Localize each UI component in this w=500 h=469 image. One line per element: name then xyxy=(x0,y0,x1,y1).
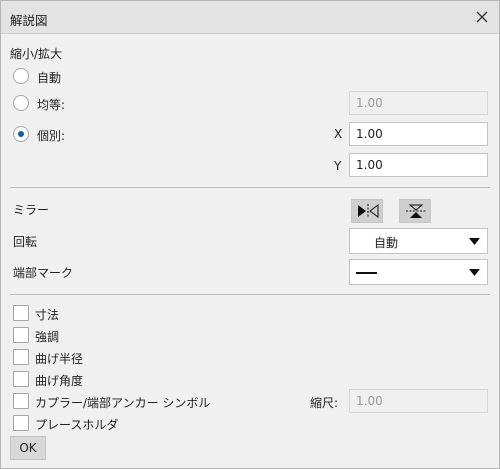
checkbox-dimensions[interactable] xyxy=(13,305,29,321)
checkbox-dimensions-label: 寸法 xyxy=(35,308,60,322)
scale-heading: 縮小/拡大 xyxy=(10,47,63,61)
radio-scale-individual[interactable] xyxy=(13,126,29,142)
mirror-horizontal-button[interactable] xyxy=(351,199,383,223)
radio-scale-uniform[interactable] xyxy=(13,95,29,111)
x-scale-label: X xyxy=(334,127,343,141)
chevron-down-icon xyxy=(469,238,480,245)
mirror-vertical-icon xyxy=(406,204,426,218)
radio-scale-auto[interactable] xyxy=(13,68,29,84)
close-icon xyxy=(476,11,488,23)
checkbox-bend-angle-label: 曲げ角度 xyxy=(35,374,84,388)
x-scale-field[interactable]: 1.00 xyxy=(349,122,488,146)
checkbox-emphasis[interactable] xyxy=(13,327,29,343)
radio-scale-individual-label: 個別: xyxy=(37,129,66,143)
symbol-scale-field[interactable]: 1.00 xyxy=(349,389,488,413)
dialog-title: 解説図 xyxy=(10,13,48,28)
rotation-value: 自動 xyxy=(374,236,399,250)
title-bar: 解説図 xyxy=(1,1,499,34)
end-mark-label: 端部マーク xyxy=(13,266,74,280)
section-divider xyxy=(10,294,490,295)
checkbox-bend-radius[interactable] xyxy=(13,349,29,365)
end-mark-select[interactable] xyxy=(349,259,488,285)
symbol-scale-label: 縮尺: xyxy=(310,396,339,410)
rotation-label: 回転 xyxy=(13,235,38,249)
dialog-window: 解説図 縮小/拡大 自動 均等: 1.00 個別: X 1.00 Y 1.00 … xyxy=(0,0,500,469)
checkbox-coupler-symbol-label: カプラー/端部アンカー シンボル xyxy=(35,396,211,410)
radio-scale-auto-label: 自動 xyxy=(37,71,62,85)
mirror-vertical-button[interactable] xyxy=(399,199,431,223)
uniform-scale-field[interactable]: 1.00 xyxy=(349,91,488,115)
checkbox-coupler-symbol[interactable] xyxy=(13,393,29,409)
radio-scale-uniform-label: 均等: xyxy=(37,98,66,112)
checkbox-placeholder-label: プレースホルダ xyxy=(35,418,119,432)
rotation-select[interactable]: 自動 xyxy=(349,228,488,254)
chevron-down-icon xyxy=(469,269,480,276)
checkbox-bend-radius-label: 曲げ半径 xyxy=(35,352,84,366)
mirror-label: ミラー xyxy=(13,203,50,217)
checkbox-placeholder[interactable] xyxy=(13,415,29,431)
section-divider xyxy=(10,187,490,188)
mirror-horizontal-icon xyxy=(358,204,379,218)
line-style-icon xyxy=(356,272,377,274)
y-scale-label: Y xyxy=(334,159,342,173)
checkbox-bend-angle[interactable] xyxy=(13,371,29,387)
checkbox-emphasis-label: 強調 xyxy=(35,330,60,344)
close-button[interactable] xyxy=(469,5,495,29)
y-scale-field[interactable]: 1.00 xyxy=(349,153,488,177)
ok-button[interactable]: OK xyxy=(10,436,46,460)
